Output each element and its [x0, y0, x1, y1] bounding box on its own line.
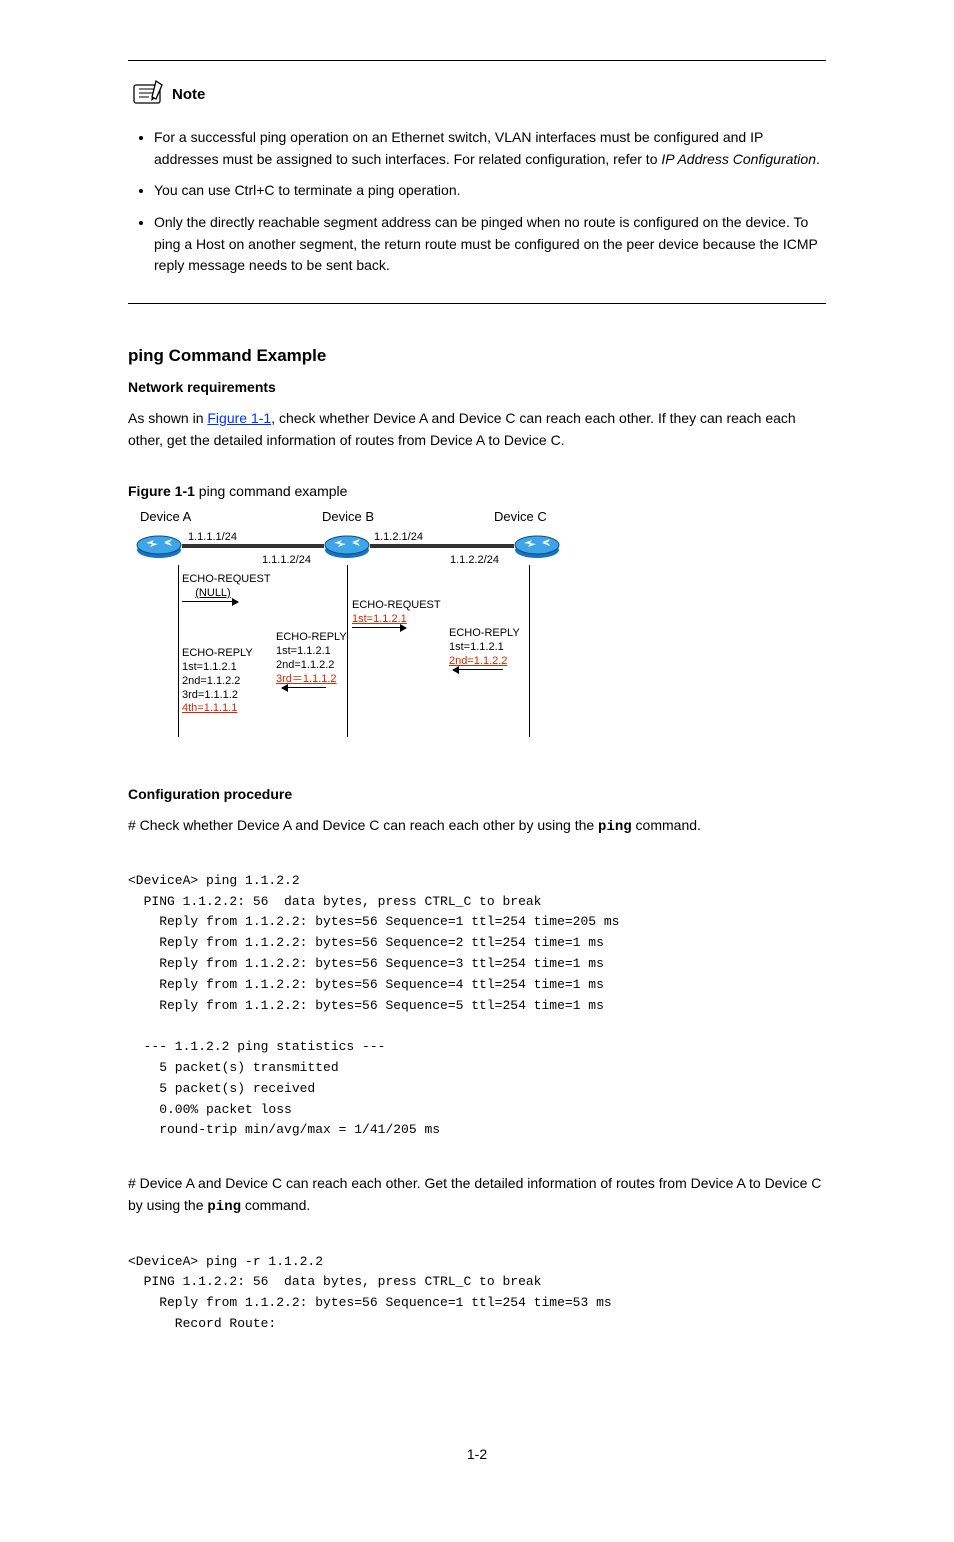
subsection-cp: Configuration procedure — [128, 783, 826, 805]
ip-a-right: 1.1.1.1/24 — [188, 531, 237, 543]
arrow-reply-ba — [282, 687, 326, 688]
ip-b-right: 1.1.2.1/24 — [374, 531, 423, 543]
device-a-label: Device A — [140, 509, 191, 524]
link-ab — [182, 544, 324, 548]
lifeline-a — [178, 565, 179, 737]
lifeline-b — [347, 565, 348, 737]
figure-link[interactable]: Figure 1-1 — [207, 410, 271, 426]
router-a-icon — [136, 531, 182, 561]
link-bc — [370, 544, 514, 548]
arrow-req-bc — [352, 627, 406, 628]
cp-intro: # Check whether Device A and Device C ca… — [128, 814, 826, 838]
bullet-item: Only the directly reachable segment addr… — [154, 212, 826, 277]
section-title: ping Command Example — [128, 346, 826, 366]
note-bullets: For a successful ping operation on an Et… — [154, 127, 826, 277]
arrow-req-ab — [182, 601, 238, 602]
device-b-label: Device B — [322, 509, 374, 524]
lifeline-c — [529, 565, 530, 737]
note-header: Note — [128, 79, 826, 109]
bottom-rule — [128, 303, 826, 304]
req-ab: ECHO-REQUEST (NULL) — [182, 573, 271, 601]
subsection-nr: Network requirements — [128, 376, 826, 398]
bullet-item: For a successful ping operation on an Et… — [154, 127, 826, 170]
figure-caption: Figure 1-1 ping command example — [128, 483, 826, 499]
reply-cb: ECHO-REPLY 1st=1.1.2.1 2nd=1.1.2.2 — [449, 627, 520, 668]
reply-a: ECHO-REPLY 1st=1.1.2.1 2nd=1.1.2.2 3rd=1… — [182, 647, 253, 716]
ip-b-left: 1.1.1.2/24 — [262, 554, 311, 566]
page-number: 1-2 — [0, 1446, 954, 1462]
ip-c-left: 1.1.2.2/24 — [450, 554, 499, 566]
arrow-reply-cb — [453, 669, 503, 670]
nr-body: As shown in Figure 1-1, check whether De… — [128, 407, 826, 452]
note-label: Note — [172, 86, 205, 103]
device-c-label: Device C — [494, 509, 547, 524]
router-c-icon — [514, 531, 560, 561]
bullet-item: You can use Ctrl+C to terminate a ping o… — [154, 180, 826, 202]
router-b-icon — [324, 531, 370, 561]
command-output-1: <DeviceA> ping 1.1.2.2 PING 1.1.2.2: 56 … — [128, 850, 826, 1162]
top-rule — [128, 60, 826, 61]
req-bc: ECHO-REQUEST 1st=1.1.2.1 — [352, 599, 441, 627]
note-icon — [128, 79, 168, 109]
command-output-2: <DeviceA> ping -r 1.1.2.2 PING 1.1.2.2: … — [128, 1231, 826, 1356]
reply-ba: ECHO-REPLY 1st=1.1.2.1 2nd=1.1.2.2 3rd＝1… — [276, 631, 347, 686]
ping-diagram: Device A Device B Device C 1.1.1.1/24 1.… — [134, 509, 564, 759]
cp2: # Device A and Device C can reach each o… — [128, 1172, 826, 1219]
